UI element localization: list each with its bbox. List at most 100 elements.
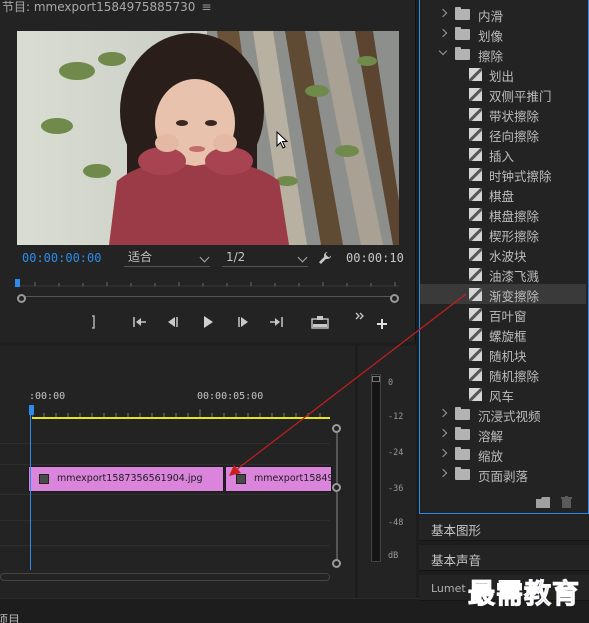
vscroll-handle-mid[interactable] <box>332 483 341 492</box>
new-bin-folder-icon[interactable] <box>536 497 550 508</box>
ruler-time-mid: 00:00:05:00 <box>197 391 264 402</box>
transition-effect-icon <box>469 168 482 181</box>
chevron-right-icon[interactable] <box>438 408 448 418</box>
transport-controls <box>0 311 416 335</box>
effect-folder-label: 缩放 <box>478 449 504 464</box>
work-area-bar[interactable] <box>32 417 330 419</box>
effect-item[interactable]: 时钟式擦除 <box>420 164 586 184</box>
effect-folder[interactable]: 划像 <box>420 24 586 44</box>
timeline-vertical-scrollbar[interactable] <box>332 424 341 570</box>
vscroll-track <box>336 433 338 485</box>
playback-resolution-select[interactable]: 1/2 <box>222 249 308 267</box>
effect-item[interactable]: 风车 <box>420 384 586 404</box>
chevron-right-icon[interactable] <box>438 448 448 458</box>
monitor-scroll-handle-left[interactable] <box>17 294 26 303</box>
tab-essential-graphics[interactable]: 基本图形 <box>419 515 589 541</box>
chevron-down-icon[interactable] <box>438 46 448 56</box>
track-divider <box>0 464 330 465</box>
go-to-in-button[interactable] <box>128 311 150 333</box>
effect-item-label: 划出 <box>489 69 515 84</box>
program-monitor-title[interactable]: 节目: mmexport1584975885730 ≡ <box>2 0 211 15</box>
monitor-time-ruler[interactable] <box>17 276 399 290</box>
folder-icon <box>455 447 470 460</box>
effect-item[interactable]: 径向擦除 <box>420 124 586 144</box>
audio-meter-panel <box>358 346 416 598</box>
export-frame-button[interactable] <box>309 311 331 333</box>
monitor-controls-row: 00:00:00:00 适合 1/2 00:00:10 <box>0 249 416 269</box>
effect-folder[interactable]: 内滑 <box>420 4 586 24</box>
effect-folder[interactable]: 沉浸式视频 <box>420 404 586 424</box>
wrench-settings-icon[interactable] <box>318 251 332 265</box>
effect-item[interactable]: 百叶窗 <box>420 304 586 324</box>
watermark-logo: 最需教育 <box>468 579 580 611</box>
effect-item[interactable]: 划出 <box>420 64 586 84</box>
zoom-level-select[interactable]: 适合 <box>124 249 210 267</box>
clip-indicator[interactable] <box>372 376 380 382</box>
tab-essential-sound[interactable]: 基本声音 <box>419 545 589 571</box>
effect-item-label: 时钟式擦除 <box>489 169 552 184</box>
current-timecode[interactable]: 00:00:00:00 <box>22 251 101 265</box>
plus-icon <box>377 319 387 329</box>
more-controls-button[interactable] <box>352 305 368 327</box>
effect-item[interactable]: 渐变擦除 <box>420 284 586 304</box>
program-monitor-title-text: 节目: mmexport1584975885730 <box>2 0 196 14</box>
chevron-right-icon[interactable] <box>438 468 448 478</box>
effect-item[interactable]: 螺旋框 <box>420 324 586 344</box>
step-back-button[interactable] <box>162 311 184 333</box>
effect-item[interactable]: 棋盘 <box>420 184 586 204</box>
step-forward-button[interactable] <box>232 311 254 333</box>
timeline-clip-2[interactable]: mmexport1584975 <box>225 466 332 492</box>
ruler-time-start: :00:00 <box>29 391 66 402</box>
effect-item[interactable]: 带状擦除 <box>420 104 586 124</box>
effect-item[interactable]: 楔形擦除 <box>420 224 586 244</box>
button-editor-add[interactable] <box>372 313 392 335</box>
monitor-zoom-scrollbar[interactable] <box>20 296 396 300</box>
trash-icon[interactable] <box>561 496 572 508</box>
zoom-level-value: 适合 <box>128 250 153 264</box>
timeline-ruler-ticks[interactable] <box>32 409 330 417</box>
effect-item[interactable]: 棋盘擦除 <box>420 204 586 224</box>
add-marker-button[interactable] <box>83 311 105 333</box>
video-preview[interactable] <box>17 31 399 245</box>
panel-menu-icon[interactable]: ≡ <box>201 0 211 14</box>
project-tab-fragment[interactable]: 项目 <box>0 611 20 623</box>
playback-resolution-value: 1/2 <box>226 250 246 264</box>
effect-folder[interactable]: 擦除 <box>420 44 586 64</box>
timeline-clip-1[interactable]: mmexport1587356561904.jpg <box>28 466 224 492</box>
vscroll-handle-top[interactable] <box>332 424 341 433</box>
vscroll-track <box>336 492 338 560</box>
effect-folder-label: 擦除 <box>478 49 504 64</box>
effect-item[interactable]: 油漆飞溅 <box>420 264 586 284</box>
effect-folder-label: 溶解 <box>478 429 504 444</box>
effect-item[interactable]: 随机擦除 <box>420 364 586 384</box>
audio-meter-bar <box>371 374 381 562</box>
chevron-right-icon[interactable] <box>438 8 448 18</box>
transition-effect-icon <box>469 368 482 381</box>
program-monitor-panel: 节目: mmexport1584975885730 ≡ 00:00:00:00 … <box>0 0 416 342</box>
meter-label: -24 <box>388 448 404 458</box>
tab-label: Lumet <box>431 582 466 595</box>
effect-item[interactable]: 双侧平推门 <box>420 84 586 104</box>
effect-item[interactable]: 随机块 <box>420 344 586 364</box>
tab-label: 基本图形 <box>431 523 482 538</box>
effect-item-label: 随机块 <box>489 349 527 364</box>
chevron-right-icon[interactable] <box>438 428 448 438</box>
effect-folder-label: 页面剥落 <box>478 469 529 484</box>
effect-folder[interactable]: 缩放 <box>420 444 586 464</box>
timeline-horizontal-scrollbar[interactable] <box>0 573 330 581</box>
effect-item[interactable]: 水波块 <box>420 244 586 264</box>
effect-folder[interactable]: 页面剥落 <box>420 464 586 484</box>
monitor-playhead[interactable] <box>15 279 20 287</box>
effect-item[interactable]: 插入 <box>420 144 586 164</box>
transition-effect-icon <box>469 108 482 121</box>
go-to-out-button[interactable] <box>266 311 288 333</box>
chevron-right-icon[interactable] <box>438 28 448 38</box>
monitor-scroll-handle-right[interactable] <box>390 294 399 303</box>
transition-effect-icon <box>469 328 482 341</box>
vscroll-handle-bottom[interactable] <box>332 559 341 568</box>
play-button[interactable] <box>197 311 219 333</box>
transition-effect-icon <box>469 88 482 101</box>
track-divider <box>0 520 330 521</box>
effect-item-label: 带状擦除 <box>489 109 540 124</box>
effect-folder[interactable]: 溶解 <box>420 424 586 444</box>
